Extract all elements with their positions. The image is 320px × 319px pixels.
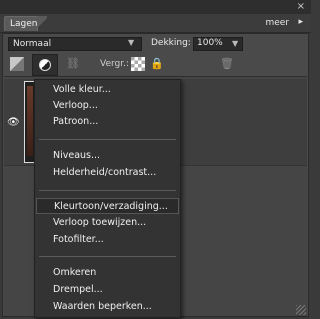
opacity-label: Dekking: — [151, 38, 191, 48]
menu-item-omkeren[interactable]: Omkeren — [36, 265, 179, 281]
menu-item-verloop[interactable]: Verloop... — [36, 98, 179, 114]
chevron-down-icon[interactable]: ▼ — [232, 39, 238, 48]
panel-menu-button[interactable]: meer — [265, 18, 289, 28]
menu-item-niveaus[interactable]: Niveaus... — [36, 148, 179, 164]
opacity-value[interactable]: 100% — [197, 38, 223, 48]
menu-item-patroon[interactable]: Patroon... — [36, 114, 179, 130]
panel-titlebar — [0, 0, 311, 15]
resize-grip-icon[interactable] — [296, 305, 306, 315]
double-arrow-icon[interactable]: ▸ — [298, 17, 303, 27]
close-icon[interactable]: × — [297, 1, 305, 12]
menu-separator — [39, 139, 176, 140]
menu-item-kleurtoon[interactable]: Kleurtoon/verzadiging... — [36, 198, 179, 214]
link-icon[interactable]: ⛓ — [66, 57, 80, 71]
menu-item-fotofilter[interactable]: Fotofilter... — [36, 232, 179, 248]
adjustment-menu: Volle kleur... Verloop... Patroon... Niv… — [34, 79, 181, 318]
eye-icon[interactable]: 👁 — [7, 117, 20, 128]
blend-mode-select[interactable]: Normaal — [8, 37, 142, 51]
menu-separator — [39, 256, 176, 257]
lock-label: Vergr.: — [100, 59, 130, 69]
trash-icon[interactable]: 🗑 — [220, 57, 234, 71]
menu-item-drempel[interactable]: Drempel... — [36, 282, 179, 298]
menu-item-helderheid[interactable]: Helderheid/contrast... — [36, 165, 179, 181]
tab-lagen[interactable]: Lagen — [4, 16, 38, 31]
half-circle-icon — [39, 59, 51, 71]
new-layer-icon[interactable] — [10, 57, 24, 71]
chevron-down-icon[interactable]: ▼ — [128, 38, 134, 47]
menu-item-volle-kleur[interactable]: Volle kleur... — [36, 82, 179, 98]
tab-edge — [37, 16, 47, 31]
adjustment-layer-button[interactable] — [32, 54, 58, 76]
menu-separator — [39, 190, 176, 191]
lock-transparency-icon[interactable] — [131, 57, 145, 71]
menu-item-waarden-beperken[interactable]: Waarden beperken... — [36, 299, 179, 315]
menu-item-verloop-toewijzen[interactable]: Verloop toewijzen... — [36, 215, 179, 231]
layer-toolbar: ⛓ Vergr.: 🔒 🗑 — [4, 54, 307, 76]
lock-icon[interactable]: 🔒 — [150, 57, 164, 71]
